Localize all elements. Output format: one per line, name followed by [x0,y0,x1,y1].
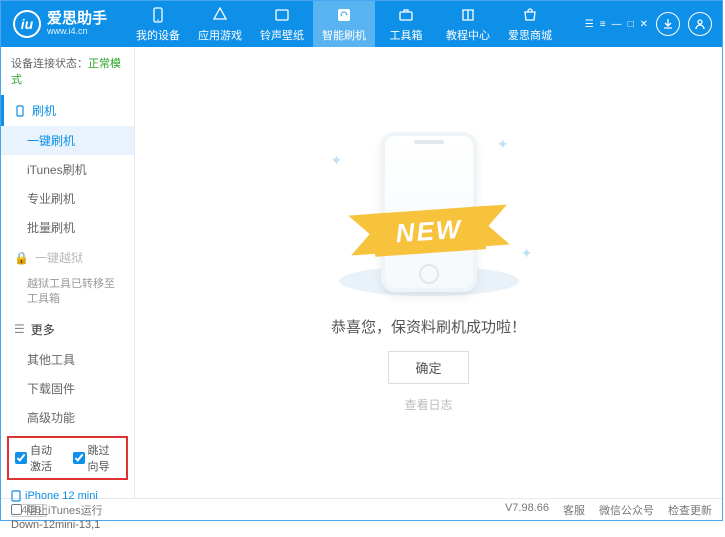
flash-icon [335,6,353,24]
options-highlight-box: 自动激活 跳过向导 [7,436,128,480]
book-icon [459,6,477,24]
nav-flash[interactable]: 智能刷机 [313,1,375,47]
nav-apps[interactable]: 应用游戏 [189,1,251,47]
titlebar-right: ☰ ≡ — □ ✕ [585,12,722,36]
wechat-link[interactable]: 微信公众号 [599,502,654,518]
titlebar: iu 爱思助手 www.i4.cn 我的设备 应用游戏 铃声壁纸 智能刷机 [1,1,722,47]
menu-icon[interactable]: ☰ [585,19,594,30]
nav-label: 铃声壁纸 [260,27,304,43]
pin-icon[interactable]: ≡ [600,19,606,30]
section-title: 一键越狱 [35,249,83,266]
phone-icon [149,6,167,24]
nav-label: 教程中心 [446,27,490,43]
conn-label: 设备连接状态： [11,58,88,70]
new-ribbon: NEW [372,206,485,257]
section-title: 更多 [31,321,55,338]
nav-store[interactable]: 爱思商城 [499,1,561,47]
nav-toolbox[interactable]: 工具箱 [375,1,437,47]
app-window: iu 爱思助手 www.i4.cn 我的设备 应用游戏 铃声壁纸 智能刷机 [0,0,723,521]
device-name: iPhone 12 mini [11,490,124,502]
more-icon: ☰ [14,322,25,336]
nav-my-device[interactable]: 我的设备 [127,1,189,47]
support-link[interactable]: 客服 [563,502,585,518]
nav-ringtones[interactable]: 铃声壁纸 [251,1,313,47]
jailbreak-note: 越狱工具已转移至工具箱 [1,273,134,314]
maximize-icon[interactable]: □ [628,19,634,30]
app-title: 爱思助手 [47,11,107,28]
nav-label: 应用游戏 [198,27,242,43]
checkbox-skip-guide[interactable]: 跳过向导 [73,442,121,474]
checkbox-input[interactable] [11,504,22,515]
checkbox-block-itunes[interactable]: 阻止iTunes运行 [11,502,103,518]
section-flash[interactable]: 刷机 [1,95,134,126]
checkbox-input[interactable] [73,452,85,464]
sidebar-item-pro[interactable]: 专业刷机 [1,184,134,213]
connection-status: 设备连接状态：正常模式 [1,47,134,95]
sparkle-icon: ✦ [521,245,533,262]
checkbox-auto-activate[interactable]: 自动激活 [15,442,63,474]
sidebar-item-firmware[interactable]: 下载固件 [1,374,134,403]
main-nav: 我的设备 应用游戏 铃声壁纸 智能刷机 工具箱 教程中心 [127,1,561,47]
sidebar-item-itunes[interactable]: iTunes刷机 [1,155,134,184]
window-controls: ☰ ≡ — □ ✕ [585,19,648,30]
phone-small-icon [14,105,26,117]
lock-icon: 🔒 [14,251,29,265]
sidebar-item-other[interactable]: 其他工具 [1,345,134,374]
logo-area[interactable]: iu 爱思助手 www.i4.cn [1,10,119,38]
sidebar-item-oneclick[interactable]: 一键刷机 [1,126,134,155]
apps-icon [211,6,229,24]
user-button[interactable] [688,12,712,36]
section-title: 刷机 [32,102,56,119]
device-detail: Down-12mini-13,1 [11,519,124,531]
checkbox-input[interactable] [15,452,27,464]
nav-label: 我的设备 [136,27,180,43]
ok-button[interactable]: 确定 [388,351,468,384]
view-log-link[interactable]: 查看日志 [404,396,452,413]
main-content: ✦ ✦ ✦ NEW 恭喜您，保资料刷机成功啦！ 确定 查看日志 [135,47,722,498]
store-icon [521,6,539,24]
app-logo-icon: iu [13,10,41,38]
minimize-icon[interactable]: — [612,19,622,30]
sidebar: 设备连接状态：正常模式 刷机 一键刷机 iTunes刷机 专业刷机 批量刷机 🔒… [1,47,135,498]
check-update-link[interactable]: 检查更新 [668,502,712,518]
version-label: V7.98.66 [505,502,549,518]
nav-label: 工具箱 [390,27,423,43]
sparkle-icon: ✦ [331,152,343,169]
wallpaper-icon [273,6,291,24]
sidebar-item-batch[interactable]: 批量刷机 [1,213,134,242]
app-url: www.i4.cn [47,27,107,37]
nav-label: 爱思商城 [508,27,552,43]
nav-label: 智能刷机 [322,27,366,43]
sparkle-icon: ✦ [497,136,509,153]
sidebar-item-advanced[interactable]: 高级功能 [1,403,134,432]
section-jailbreak[interactable]: 🔒 一键越狱 [1,242,134,273]
success-message: 恭喜您，保资料刷机成功啦！ [331,316,526,337]
section-more[interactable]: ☰ 更多 [1,314,134,345]
device-icon [11,490,21,502]
download-button[interactable] [656,12,680,36]
nav-tutorials[interactable]: 教程中心 [437,1,499,47]
close-icon[interactable]: ✕ [640,19,648,30]
toolbox-icon [397,6,415,24]
success-illustration: ✦ ✦ ✦ NEW [319,132,539,302]
